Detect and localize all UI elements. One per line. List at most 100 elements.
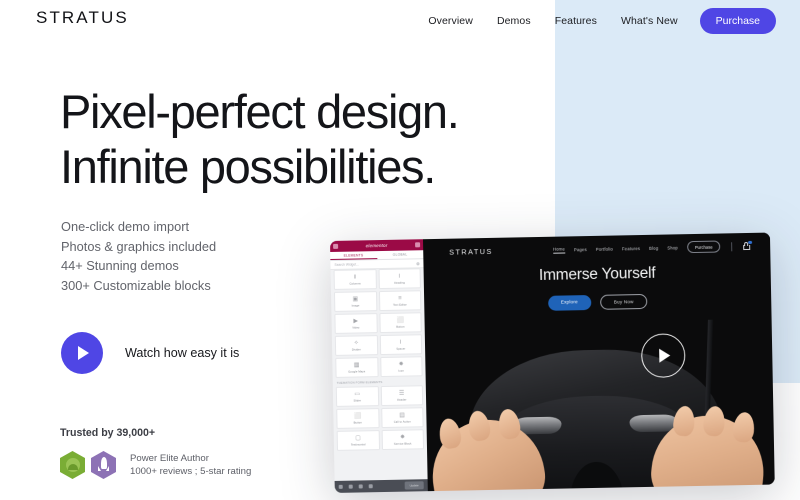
watch-video-row[interactable]: Watch how easy it is	[61, 332, 239, 374]
update-button[interactable]: Update	[404, 481, 424, 490]
nav-item-overview[interactable]: Overview	[416, 15, 485, 27]
envato-badge-icon	[60, 451, 85, 479]
tab-global[interactable]: GLOBAL	[377, 250, 424, 259]
purchase-button[interactable]: Purchase	[699, 8, 776, 34]
preview-hero: Immerse Yourself Explore Buy Now	[424, 263, 772, 314]
author-reviews: 1000+ reviews ; 5-star rating	[130, 466, 252, 477]
hero-title-line-2: Infinite possibilities.	[60, 140, 436, 194]
power-elite-rocket-badge-icon	[91, 451, 116, 479]
editor-footer-bar: Update	[334, 479, 428, 493]
nav-divider	[731, 241, 733, 251]
preview-nav-home[interactable]: Home	[552, 245, 566, 254]
preview-purchase-button[interactable]: Purchase	[686, 240, 721, 253]
settings-icon[interactable]	[338, 484, 343, 489]
play-triangle	[78, 346, 89, 360]
widget-call-to-action[interactable]: ▤ Call to Action	[380, 407, 424, 429]
history-icon[interactable]	[348, 484, 353, 489]
preview-headline: Immerse Yourself	[538, 264, 656, 284]
text-editor-icon: ≡	[398, 295, 402, 302]
author-status: Power Elite Author	[130, 453, 209, 464]
play-triangle	[659, 348, 671, 363]
trust-row: Power Elite Author 1000+ reviews ; 5-sta…	[60, 451, 251, 479]
preview-nav-blog[interactable]: Blog	[649, 245, 658, 250]
quote-icon: ▢	[355, 434, 361, 442]
video-icon: ▶	[353, 317, 359, 325]
widget-spacer[interactable]: I Spacer	[379, 334, 423, 356]
list-item: Photos & graphics included	[61, 238, 217, 254]
trust-title: Trusted by 39,000+	[60, 427, 156, 439]
widget-image[interactable]: ▣ Image	[333, 291, 377, 312]
site-logo[interactable]: STRATUS	[36, 8, 129, 28]
preview-cta-group: Explore Buy Now	[424, 292, 771, 314]
preview-nav-shop[interactable]: Shop	[667, 245, 678, 250]
cart-icon[interactable]	[743, 240, 752, 251]
button-icon: ⬜	[353, 412, 362, 420]
nav-item-demos[interactable]: Demos	[485, 15, 543, 27]
author-badges	[60, 451, 116, 479]
widget-grid-theme: ▭ Slider ☰ Header ⬜ Button ▤ Call to Act…	[333, 385, 427, 451]
preview-nav-links: Home Pages Portfolio Features Blog Shop …	[552, 240, 752, 255]
trust-text: Power Elite Author 1000+ reviews ; 5-sta…	[130, 452, 251, 478]
preview-logo[interactable]: STRATUS	[449, 246, 493, 256]
header-icon: ☰	[398, 390, 405, 397]
search-icon	[416, 261, 420, 265]
vr-headset-image	[424, 318, 775, 492]
heading-icon: T	[397, 273, 402, 280]
button-icon: ⬜	[396, 317, 405, 324]
preview-nav-features[interactable]: Features	[622, 246, 640, 251]
preview-nav-pages[interactable]: Pages	[574, 247, 587, 252]
search-placeholder: Search Widget...	[334, 262, 359, 267]
widget-slider[interactable]: ▭ Slider	[335, 386, 379, 407]
grid-icon[interactable]	[415, 242, 421, 248]
page-title: Pixel-perfect design. Infinite possibili…	[60, 84, 460, 195]
cta-icon: ▤	[399, 412, 405, 419]
watch-video-label: Watch how easy it is	[125, 346, 240, 360]
service-icon: ✸	[399, 434, 406, 441]
preview-nav-portfolio[interactable]: Portfolio	[596, 246, 613, 251]
map-icon: ▦	[353, 361, 360, 369]
feature-list: One-click demo import Photos & graphics …	[61, 217, 216, 295]
widget-button-2[interactable]: ⬜ Button	[336, 408, 380, 429]
widget-video[interactable]: ▶ Video	[334, 313, 378, 334]
spacer-icon: I	[399, 339, 402, 346]
responsive-icon[interactable]	[368, 484, 373, 489]
widget-testimonial[interactable]: ▢ Testimonial	[336, 430, 380, 451]
widget-icon[interactable]: ✸ Icon	[379, 356, 423, 378]
columns-icon: ‖	[353, 274, 357, 281]
buy-now-button[interactable]: Buy Now	[599, 293, 648, 310]
trust-block: Trusted by 39,000+ Power Elite Author 10…	[60, 427, 251, 479]
list-item: 300+ Customizable blocks	[61, 277, 211, 293]
landing-page: STRATUS Overview Demos Features What's N…	[0, 0, 800, 500]
list-item: 44+ Stunning demos	[61, 258, 179, 274]
widget-divider[interactable]: ✧ Divider	[334, 335, 378, 356]
tab-elements[interactable]: ELEMENTS	[330, 251, 377, 260]
slider-icon: ▭	[354, 390, 361, 398]
elementor-editor-panel: elementor ELEMENTS GLOBAL Search Widget.…	[330, 239, 428, 493]
star-icon: ✸	[398, 361, 404, 368]
divider-icon: ✧	[353, 339, 359, 347]
hamburger-icon[interactable]	[333, 243, 339, 249]
product-screenshot-mockup: elementor ELEMENTS GLOBAL Search Widget.…	[330, 232, 775, 493]
image-icon: ▣	[352, 295, 359, 303]
play-icon[interactable]	[61, 332, 103, 374]
widget-columns[interactable]: ‖ Columns	[333, 269, 377, 290]
widget-text-editor[interactable]: ≡ Text Editor	[378, 290, 422, 312]
widget-service-block[interactable]: ✸ Service Block	[381, 429, 425, 451]
top-navbar: STRATUS Overview Demos Features What's N…	[0, 0, 800, 40]
widget-grid-basic: ‖ Columns T Heading ▣ Image ≡ Text Edito…	[331, 268, 426, 378]
widget-heading[interactable]: T Heading	[378, 268, 421, 290]
editor-logo: elementor	[365, 242, 388, 249]
widget-google-maps[interactable]: ▦ Google Maps	[335, 357, 379, 378]
nav-item-features[interactable]: Features	[543, 15, 609, 27]
explore-button[interactable]: Explore	[547, 295, 591, 311]
list-item: One-click demo import	[61, 219, 190, 234]
cart-badge	[748, 240, 752, 245]
preview-navbar: STRATUS Home Pages Portfolio Features Bl…	[423, 233, 770, 266]
nav-links: Overview Demos Features What's New Purch…	[416, 8, 776, 34]
undo-icon[interactable]	[358, 484, 363, 489]
mockup-frame: elementor ELEMENTS GLOBAL Search Widget.…	[330, 232, 775, 493]
widget-button[interactable]: ⬜ Button	[378, 312, 422, 334]
site-preview: STRATUS Home Pages Portfolio Features Bl…	[422, 232, 775, 492]
nav-item-whats-new[interactable]: What's New	[609, 15, 690, 27]
widget-header[interactable]: ☰ Header	[380, 385, 424, 407]
